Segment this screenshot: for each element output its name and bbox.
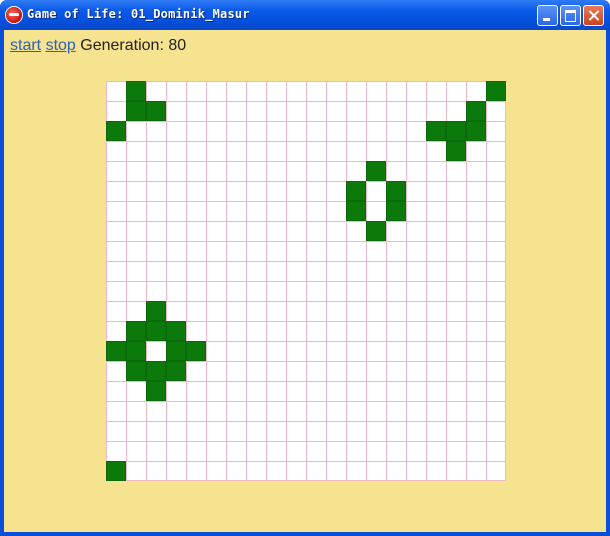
minimize-button[interactable]	[537, 5, 558, 26]
live-cell[interactable]	[106, 461, 126, 481]
live-cell[interactable]	[446, 141, 466, 161]
control-bar: start stop Generation: 80	[10, 37, 186, 55]
live-cell[interactable]	[166, 321, 186, 341]
live-cell[interactable]	[126, 81, 146, 101]
live-cell[interactable]	[126, 361, 146, 381]
live-cell[interactable]	[466, 121, 486, 141]
maximize-button[interactable]	[560, 5, 581, 26]
generation-counter: 80	[168, 37, 187, 54]
client-area: start stop Generation: 80	[4, 30, 606, 532]
live-cell[interactable]	[426, 121, 446, 141]
generation-label: Generation:	[80, 37, 164, 54]
live-cell[interactable]	[366, 161, 386, 181]
app-window: Game of Life: 01_Dominik_Masur start sto…	[0, 0, 610, 536]
live-cell[interactable]	[466, 101, 486, 121]
live-cell[interactable]	[366, 221, 386, 241]
live-cell[interactable]	[166, 341, 186, 361]
app-icon	[6, 7, 22, 23]
live-cell[interactable]	[346, 181, 366, 201]
live-cell[interactable]	[346, 201, 366, 221]
life-board[interactable]	[106, 81, 506, 481]
live-cell[interactable]	[126, 321, 146, 341]
live-cell[interactable]	[146, 101, 166, 121]
close-button[interactable]	[583, 5, 604, 26]
live-cell[interactable]	[126, 101, 146, 121]
live-cell[interactable]	[446, 121, 466, 141]
live-cell[interactable]	[166, 361, 186, 381]
live-cell[interactable]	[106, 121, 126, 141]
stop-link[interactable]: stop	[46, 37, 76, 54]
live-cell[interactable]	[186, 341, 206, 361]
window-title: Game of Life: 01_Dominik_Masur	[27, 7, 250, 21]
live-cell[interactable]	[146, 321, 166, 341]
start-link[interactable]: start	[10, 37, 41, 54]
live-cell[interactable]	[386, 201, 406, 221]
live-cell[interactable]	[146, 301, 166, 321]
live-cell[interactable]	[486, 81, 506, 101]
live-cell[interactable]	[146, 361, 166, 381]
live-cell[interactable]	[106, 341, 126, 361]
live-cell[interactable]	[146, 381, 166, 401]
title-bar[interactable]: Game of Life: 01_Dominik_Masur	[0, 0, 610, 30]
live-cell[interactable]	[386, 181, 406, 201]
live-cell[interactable]	[126, 341, 146, 361]
